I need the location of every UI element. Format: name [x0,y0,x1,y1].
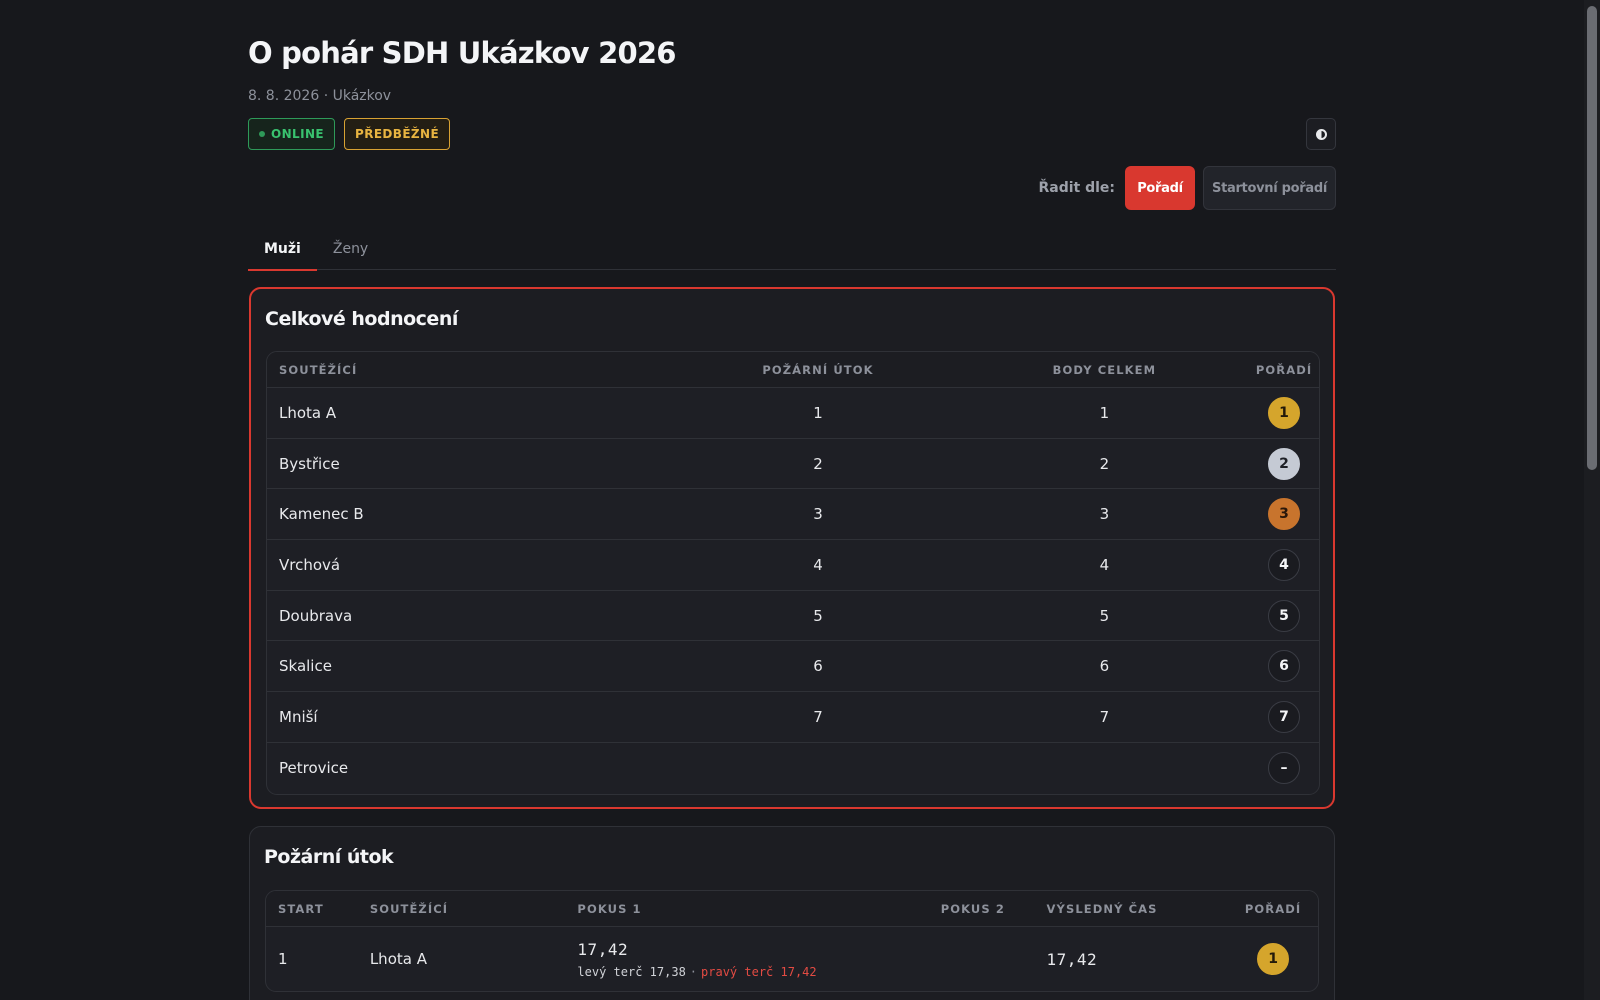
column-header-attempt-1: POKUS 1 [577,901,642,916]
start-number: 1 [278,950,288,968]
online-badge: ONLINE [248,118,335,150]
table-row[interactable]: Vrchová 4 4 4 [267,540,1319,591]
competitor-name: Petrovice [279,759,349,778]
preliminary-badge-label: PŘEDBĚŽNÉ [355,127,440,141]
rank-badge: – [1268,752,1301,785]
overall-results-card: Celkové hodnocení SOUTĚŽÍCÍ POŽÁRNÍ ÚTOK… [249,287,1335,809]
rank-cell: 5 [1249,599,1319,632]
total-points: 2 [1099,454,1110,473]
table-row[interactable]: Petrovice – [267,743,1319,794]
column-header-start: START [278,901,324,916]
overall-results-title: Celkové hodnocení [265,308,458,330]
rank-cell: 1 [1228,943,1318,975]
attempt-1-cell: 17,42 levý terč 17,38 · pravý terč 17,42 [577,940,940,979]
live-dot-icon [259,131,265,137]
left-target-time: levý terč 17,38 [577,964,686,979]
competitor-name: Lhota A [279,403,337,422]
page-title: O pohár SDH Ukázkov 2026 [248,36,676,70]
fire-attack-rank: 7 [813,707,823,726]
fire-attack-title: Požární útok [264,846,394,868]
sort-by-start-order-button[interactable]: Startovní pořadí [1203,166,1336,210]
column-header-result-time: VÝSLEDNÝ ČAS [1046,901,1158,916]
column-header-competitor: SOUTĚŽÍCÍ [279,362,358,377]
competitor-name: Skalice [279,657,332,676]
table-header: SOUTĚŽÍCÍ POŽÁRNÍ ÚTOK BODY CELKEM POŘAD… [267,352,1319,388]
competitor-name: Lhota A [369,950,427,968]
column-header-rank: POŘADÍ [1244,901,1302,916]
table-row[interactable]: Skalice 6 6 6 [267,641,1319,693]
competitor-name: Bystřice [279,454,340,473]
tab-women[interactable]: Ženy [317,228,384,270]
total-points: 7 [1099,707,1110,726]
right-target-time: pravý terč 17,42 [701,964,817,979]
rank-cell: 4 [1249,548,1319,581]
preliminary-badge: PŘEDBĚŽNÉ [344,118,451,150]
column-header-competitor: SOUTĚŽÍCÍ [369,901,449,916]
tab-men[interactable]: Muži [248,228,317,271]
attempt-1-time: 17,42 [577,939,629,959]
competitor-name: Doubrava [279,606,353,625]
fire-attack-rank: 3 [813,505,823,524]
rank-badge: 1 [1268,396,1301,429]
event-date-location: 8. 8. 2026 · Ukázkov [248,88,392,104]
total-points: 1 [1099,403,1110,422]
sort-by-rank-button[interactable]: Pořadí [1125,166,1195,210]
fire-attack-rank: 2 [813,454,823,473]
page-scrollbar[interactable] [1584,0,1600,1000]
competitor-name: Vrchová [279,555,341,574]
total-points: 5 [1099,606,1110,625]
table-row[interactable]: Mniší 7 7 7 [267,692,1319,743]
column-header-fire-attack: POŽÁRNÍ ÚTOK [762,362,874,377]
result-time: 17,42 [1046,949,1098,969]
fire-attack-rank: 4 [813,555,823,574]
table-header: START SOUTĚŽÍCÍ POKUS 1 POKUS 2 VÝSLEDNÝ… [266,891,1318,927]
target-separator: · [689,964,698,979]
rank-cell: – [1249,752,1319,785]
total-points: 3 [1099,505,1110,524]
table-row[interactable]: 1 Lhota A 17,42 levý terč 17,38 · pravý te… [266,927,1318,991]
contrast-icon [1315,128,1327,140]
competitor-name: Mniší [279,707,318,726]
overall-results-body: Lhota A 1 1 1 Bystřice 2 2 2 Kamenec B 3 3 3 Vrchová… [267,388,1319,794]
sort-label: Řadit dle: [1038,180,1115,196]
column-header-attempt-2: POKUS 2 [940,901,1005,916]
column-header-total-points: BODY CELKEM [1052,362,1157,377]
fire-attack-rank: 5 [813,606,823,625]
online-badge-label: ONLINE [271,127,324,141]
sort-controls: Řadit dle: Pořadí Startovní pořadí [1038,166,1336,210]
attempt-1-target-times: levý terč 17,38 · pravý terč 17,42 [577,965,940,979]
rank-badge: 1 [1257,943,1290,975]
rank-cell: 1 [1249,396,1319,429]
fire-attack-rank: 1 [813,403,823,422]
competitor-name: Kamenec B [279,505,364,524]
status-badges: ONLINE PŘEDBĚŽNÉ [248,118,451,150]
theme-toggle-button[interactable] [1306,118,1336,150]
rank-badge: 2 [1268,447,1301,480]
rank-cell: 3 [1249,498,1319,531]
rank-badge: 5 [1268,599,1301,632]
rank-badge: 7 [1268,700,1301,733]
rank-badge: 3 [1268,498,1301,531]
fire-attack-table: START SOUTĚŽÍCÍ POKUS 1 POKUS 2 VÝSLEDNÝ… [265,890,1319,992]
rank-badge: 4 [1268,548,1301,581]
rank-cell: 7 [1249,700,1319,733]
table-row[interactable]: Kamenec B 3 3 3 [267,489,1319,541]
table-row[interactable]: Doubrava 5 5 5 [267,591,1319,642]
total-points: 6 [1099,657,1110,676]
fire-attack-rank: 6 [813,657,823,676]
rank-badge: 6 [1268,650,1301,683]
overall-results-table: SOUTĚŽÍCÍ POŽÁRNÍ ÚTOK BODY CELKEM POŘAD… [266,351,1320,795]
table-row[interactable]: Bystřice 2 2 2 [267,439,1319,490]
total-points: 4 [1099,555,1110,574]
rank-cell: 6 [1249,650,1319,683]
fire-attack-card: Požární útok START SOUTĚŽÍCÍ POKUS 1 POK… [249,826,1335,1000]
scrollbar-thumb[interactable] [1587,6,1597,470]
table-row[interactable]: Lhota A 1 1 1 [267,388,1319,439]
column-header-rank: POŘADÍ [1255,362,1313,377]
category-tabs: Muži Ženy [248,228,1336,271]
rank-cell: 2 [1249,447,1319,480]
